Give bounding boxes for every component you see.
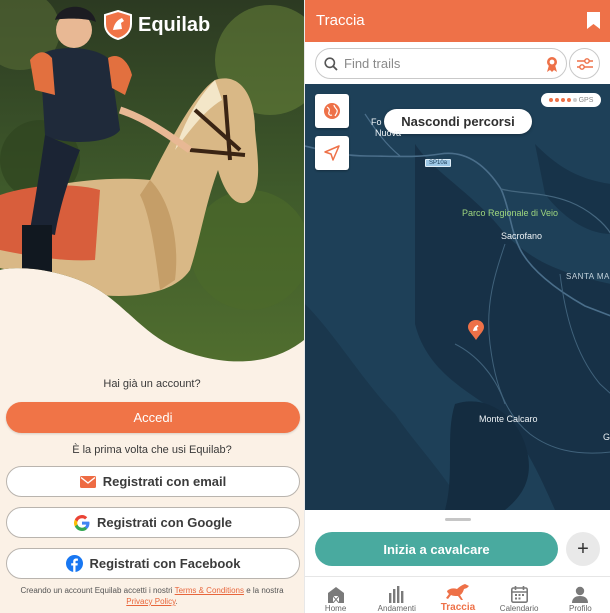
calendar-icon: [510, 586, 528, 603]
tab-track[interactable]: Traccia: [427, 577, 488, 613]
register-facebook-button[interactable]: Registrati con Facebook: [6, 548, 300, 579]
tab-calendar[interactable]: Calendario: [489, 577, 550, 613]
add-button[interactable]: +: [566, 532, 600, 566]
ride-bottom-sheet: Inizia a cavalcare +: [305, 510, 610, 576]
trail-search[interactable]: [315, 48, 567, 79]
map-label-edge: G: [603, 432, 610, 442]
register-google-button[interactable]: Registrati con Google: [6, 507, 300, 538]
header-bar: Traccia: [305, 0, 610, 42]
map-label-fornuova-2: Nuova: [375, 128, 402, 138]
tab-label-profile: Profilo: [569, 604, 592, 613]
first-time-question: È la prima volta che usi Equilab?: [72, 444, 232, 456]
search-row: [305, 42, 610, 84]
page-title: Traccia: [316, 12, 365, 29]
facebook-icon: [65, 555, 83, 572]
envelope-icon: [79, 475, 96, 488]
start-ride-button[interactable]: Inizia a cavalcare: [315, 532, 558, 566]
tab-home[interactable]: Home: [305, 577, 366, 613]
privacy-link[interactable]: Privacy Policy: [126, 597, 175, 606]
tab-trends[interactable]: Andamenti: [366, 577, 427, 613]
navigation-arrow-icon: [324, 145, 340, 161]
gps-dot: [560, 98, 565, 102]
tab-label-home: Home: [324, 604, 347, 613]
map-label-monte-calcaro: Monte Calcaro: [479, 414, 538, 424]
bookmark-icon[interactable]: [587, 12, 600, 29]
award-ribbon-icon[interactable]: [546, 56, 558, 72]
sheet-drag-handle[interactable]: [445, 518, 471, 521]
register-google-label: Registrati con Google: [96, 515, 233, 530]
galloping-horse-icon: [445, 584, 469, 600]
legal-prefix: Creando un account Equilab accetti i nos…: [20, 586, 173, 595]
brand-name: Equilab: [138, 13, 211, 36]
legal-mid: e la nostra: [246, 586, 284, 595]
location-pin-icon[interactable]: [468, 320, 484, 340]
bottom-tab-bar: Home Andamenti Traccia Calendario Profil…: [305, 576, 610, 613]
hide-routes-button[interactable]: Nascondi percorsi: [384, 109, 532, 134]
bar-chart-icon: [388, 586, 404, 603]
legal-notice: Creando un account Equilab accetti i nos…: [4, 585, 300, 607]
person-icon: [572, 586, 589, 603]
gps-dot: [572, 98, 577, 102]
map-label-fornuova-1: Fo: [371, 117, 382, 127]
rider-hero-photo: [0, 0, 304, 362]
google-icon: [73, 514, 90, 531]
tab-label-trends: Andamenti: [377, 604, 416, 613]
search-icon: [324, 56, 338, 71]
track-screen: Traccia Find trails GPS Nascondi percors…: [304, 0, 610, 613]
filter-button[interactable]: [569, 48, 600, 79]
tab-profile[interactable]: Profilo: [550, 577, 610, 613]
register-email-button[interactable]: Registrati con email: [6, 466, 300, 497]
map-view[interactable]: GPS Nascondi percorsi Fo Nuova SP10a Par…: [305, 84, 610, 510]
existing-account-question: Hai già un account?: [103, 378, 201, 390]
gps-dot: [554, 98, 559, 102]
map-label-santa-ma: SANTA MA: [566, 272, 610, 281]
search-input[interactable]: [344, 56, 524, 71]
barn-icon: [327, 587, 344, 603]
map-label-park: Parco Regionale di Veio: [462, 208, 559, 218]
terms-link[interactable]: Terms & Conditions: [175, 586, 244, 595]
globe-icon: [324, 103, 340, 119]
app-logo: Equilab: [104, 10, 210, 40]
gps-label: GPS: [578, 96, 594, 104]
locate-me-button[interactable]: [315, 136, 349, 170]
map-label-sacrofano: Sacrofano: [501, 231, 543, 241]
horse-shield-icon: [104, 10, 132, 40]
road-shield: SP10a: [425, 159, 452, 167]
tab-label-calendar: Calendario: [499, 604, 539, 613]
register-email-label: Registrati con email: [102, 474, 227, 489]
gps-signal-indicator: GPS: [541, 93, 601, 107]
globe-layer-button[interactable]: [315, 94, 349, 128]
gps-dot: [548, 98, 553, 102]
register-facebook-label: Registrati con Facebook: [89, 556, 241, 571]
login-button[interactable]: Accedi: [6, 402, 300, 433]
legal-suffix: .: [175, 597, 178, 606]
welcome-screen: Equilab Hai già un account? Accedi È la …: [0, 0, 304, 613]
gps-dot: [566, 98, 571, 102]
tab-label-track: Traccia: [440, 602, 476, 613]
map-terrain: [305, 84, 610, 510]
sliders-icon: [576, 57, 593, 70]
